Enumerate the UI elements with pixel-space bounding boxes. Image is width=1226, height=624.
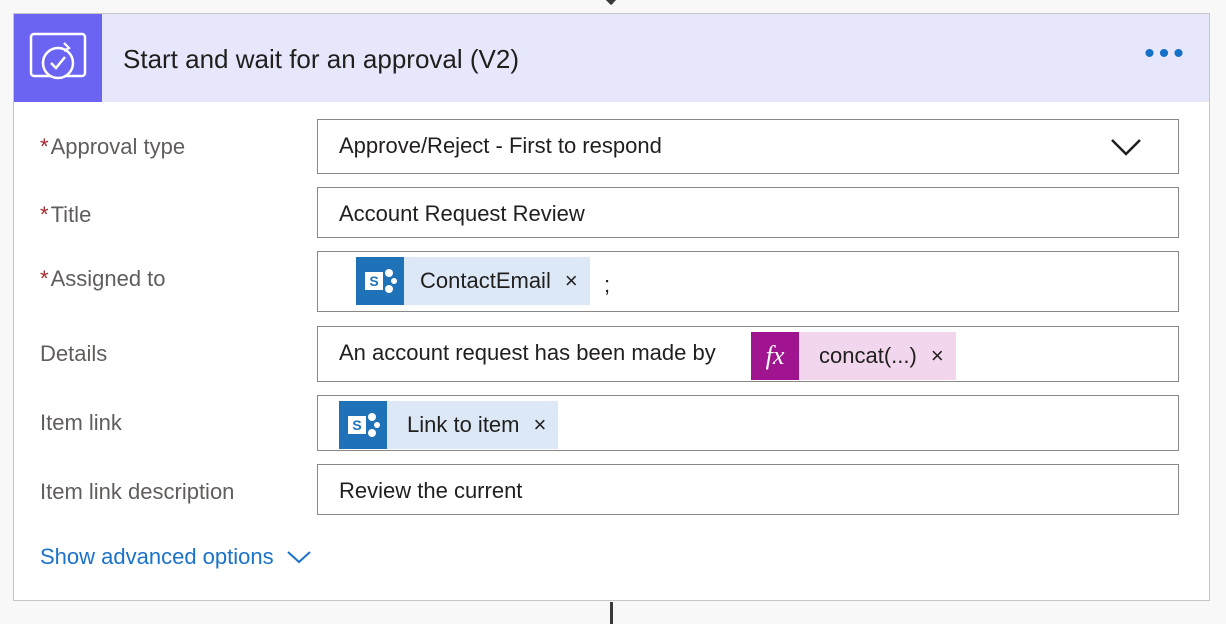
remove-token-button[interactable]: × bbox=[565, 268, 578, 294]
title-input[interactable]: Account Request Review bbox=[317, 187, 1179, 238]
token-label-container: Link to item × bbox=[387, 401, 559, 449]
svg-text:S: S bbox=[369, 273, 378, 289]
approval-type-label: *Approval type bbox=[40, 134, 185, 160]
approval-type-label-text: Approval type bbox=[50, 134, 186, 159]
item-link-description-input[interactable]: Review the current bbox=[317, 464, 1179, 515]
title-value: Account Request Review bbox=[339, 201, 585, 226]
card-header[interactable]: Start and wait for an approval (V2) ••• bbox=[14, 14, 1209, 102]
title-label-text: Title bbox=[50, 202, 92, 227]
item-link-label: Item link bbox=[40, 410, 122, 435]
chevron-down-icon bbox=[286, 551, 311, 564]
remove-token-button[interactable]: × bbox=[931, 343, 944, 369]
advanced-options-label: Show advanced options bbox=[40, 544, 274, 569]
sharepoint-icon: S bbox=[339, 401, 387, 449]
svg-text:S: S bbox=[352, 417, 361, 433]
connector-arrow-icon bbox=[605, 0, 617, 6]
assigned-to-label-text: Assigned to bbox=[50, 266, 166, 291]
title-label: *Title bbox=[40, 202, 91, 228]
assigned-to-separator: ; bbox=[604, 272, 611, 297]
token-label: ContactEmail bbox=[420, 268, 551, 293]
token-label-container: ContactEmail × bbox=[404, 257, 590, 305]
token-label-container: concat(...) × bbox=[799, 332, 956, 380]
approval-type-dropdown[interactable]: Approve/Reject - First to respond bbox=[317, 119, 1179, 174]
item-link-description-value: Review the current bbox=[339, 478, 523, 503]
details-label: Details bbox=[40, 341, 108, 366]
item-link-input[interactable]: S Link to item × bbox=[317, 395, 1179, 451]
connector-line-bottom bbox=[610, 602, 613, 624]
sharepoint-icon: S bbox=[356, 257, 404, 305]
more-options-button[interactable]: ••• bbox=[1138, 39, 1194, 78]
concat-token[interactable]: fx concat(...) × bbox=[751, 332, 956, 380]
fx-icon: fx bbox=[751, 332, 799, 380]
item-link-description-label: Item link description bbox=[40, 479, 235, 504]
token-label: Link to item bbox=[407, 412, 520, 437]
details-input[interactable]: An account request has been made by fx c… bbox=[317, 326, 1179, 382]
chevron-down-icon[interactable] bbox=[1110, 138, 1142, 156]
card-title: Start and wait for an approval (V2) bbox=[123, 44, 519, 74]
token-label: concat(...) bbox=[819, 343, 917, 368]
contact-email-token[interactable]: S ContactEmail × bbox=[356, 257, 590, 305]
required-marker: * bbox=[40, 202, 49, 227]
show-advanced-options-link[interactable]: Show advanced options bbox=[40, 544, 312, 570]
link-to-item-token[interactable]: S Link to item × bbox=[339, 401, 559, 449]
details-value: An account request has been made by bbox=[339, 340, 716, 365]
required-marker: * bbox=[40, 134, 49, 159]
required-marker: * bbox=[40, 266, 49, 291]
assigned-to-input[interactable]: S ContactEmail × ; bbox=[317, 251, 1179, 312]
approval-type-value: Approve/Reject - First to respond bbox=[339, 133, 662, 158]
approval-icon bbox=[14, 14, 102, 102]
action-card: Start and wait for an approval (V2) ••• … bbox=[13, 13, 1210, 601]
assigned-to-label: *Assigned to bbox=[40, 266, 166, 292]
remove-token-button[interactable]: × bbox=[534, 412, 547, 438]
